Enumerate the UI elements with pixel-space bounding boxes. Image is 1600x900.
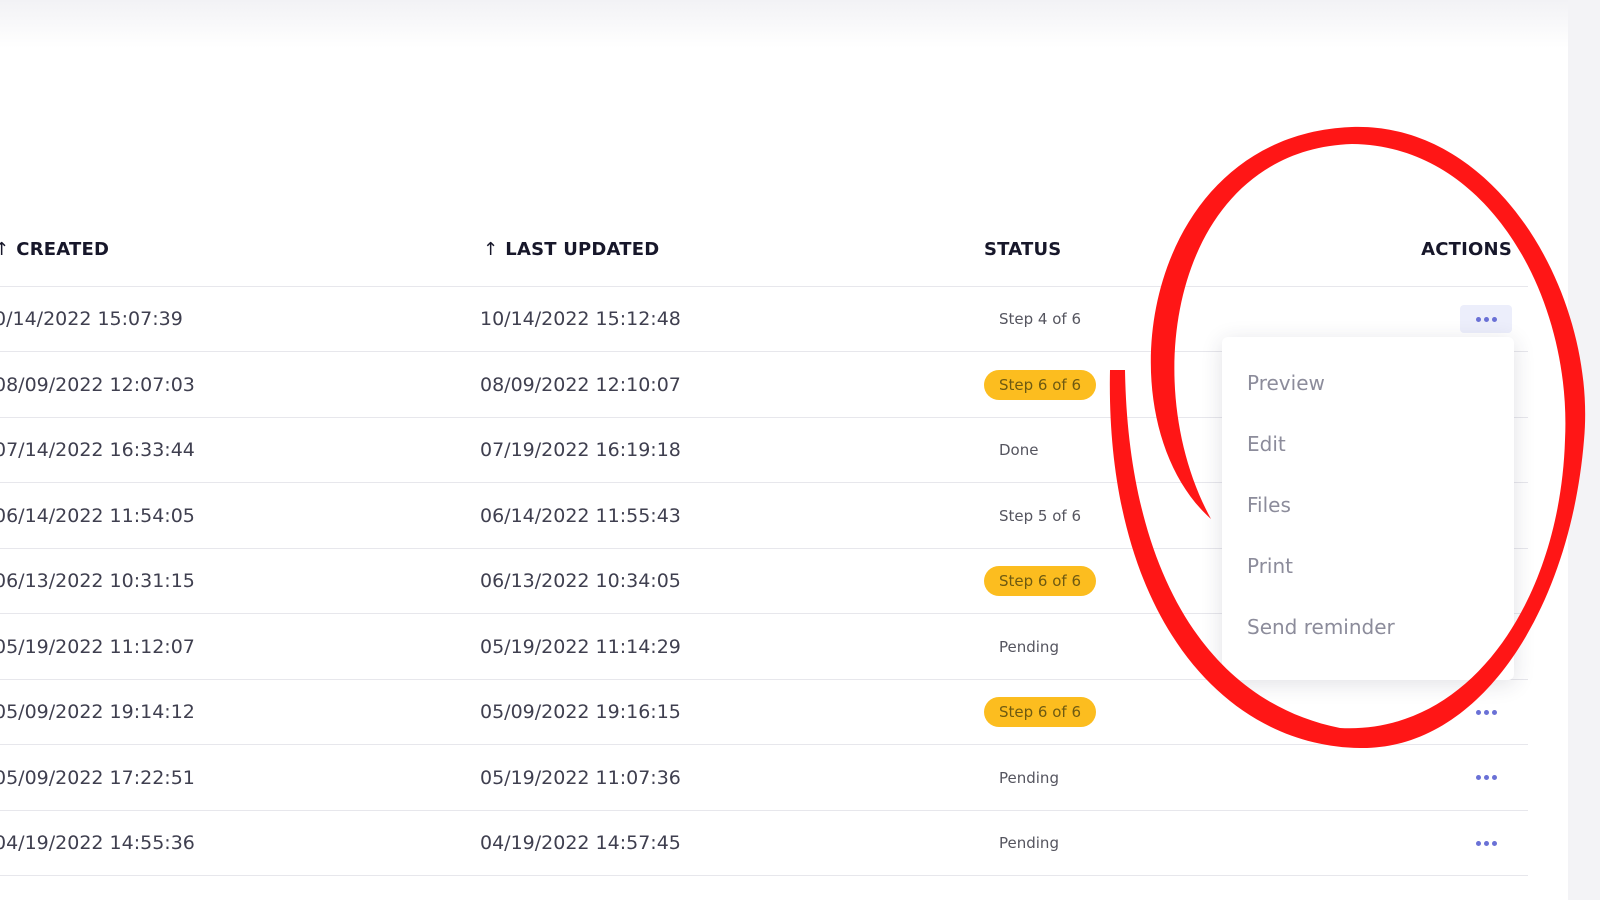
menu-item-print[interactable]: Print [1222, 544, 1514, 605]
row-actions-button[interactable] [1460, 305, 1512, 333]
cell-last-updated: 05/19/2022 11:07:36 [480, 766, 681, 789]
cell-last-updated: 07/19/2022 16:19:18 [480, 439, 681, 461]
status-badge: Step 6 of 6 [984, 697, 1097, 727]
cell-created: 08/09/2022 12:07:03 [0, 373, 195, 396]
dot [1483, 316, 1489, 322]
table-header: ↑ CREATED ↑ LAST UPDATED STATUS ACTIONS [0, 222, 1528, 287]
status-badge: Pending [999, 834, 1059, 852]
table-row[interactable]: 05/09/2022 17:22:51 05/19/2022 11:07:36 Pe… [0, 746, 1528, 811]
dot [1483, 840, 1489, 846]
page-scroll-gutter[interactable] [1568, 0, 1600, 900]
menu-item-files[interactable]: Files [1222, 483, 1514, 544]
top-bar-shadow [0, 0, 1568, 48]
menu-item-send-reminder[interactable]: Send reminder [1222, 605, 1514, 666]
cell-created: 04/19/2022 14:55:36 [0, 832, 195, 854]
table-row[interactable]: 05/09/2022 19:14:12 05/09/2022 19:16:15 St… [0, 680, 1528, 745]
cell-last-updated: 08/09/2022 12:10:07 [480, 373, 681, 396]
dot [1483, 709, 1489, 715]
cell-created: 05/09/2022 17:22:51 [0, 766, 195, 789]
cell-created: 06/14/2022 11:54:05 [0, 504, 195, 527]
row-actions-button[interactable] [1460, 829, 1512, 857]
dot [1491, 316, 1497, 322]
menu-item-preview[interactable]: Preview [1222, 361, 1514, 422]
status-badge: Pending [999, 768, 1059, 787]
column-header-last-updated[interactable]: ↑ LAST UPDATED [483, 238, 659, 262]
cell-last-updated: 04/19/2022 14:57:45 [480, 832, 681, 854]
column-header-status: STATUS [984, 239, 1062, 260]
cell-created: 05/19/2022 11:12:07 [0, 635, 195, 658]
dot [1475, 840, 1481, 846]
cell-last-updated: 10/14/2022 15:12:48 [480, 308, 681, 330]
dot [1491, 709, 1497, 715]
sort-arrow-up-icon: ↑ [483, 239, 499, 260]
status-badge: Step 5 of 6 [999, 506, 1082, 525]
dot [1475, 709, 1481, 715]
dot [1475, 775, 1481, 780]
column-header-created-label: CREATED [16, 239, 110, 260]
more-horizontal-icon [1475, 840, 1497, 846]
dot [1491, 840, 1497, 846]
status-badge: Step 4 of 6 [999, 310, 1082, 328]
more-horizontal-icon [1475, 775, 1497, 780]
row-actions-button[interactable] [1460, 764, 1512, 792]
more-horizontal-icon [1475, 316, 1497, 322]
cell-last-updated: 05/19/2022 11:14:29 [480, 635, 681, 658]
row-actions-button[interactable] [1460, 698, 1512, 726]
status-badge: Done [999, 441, 1039, 459]
cell-created: 05/09/2022 19:14:12 [0, 701, 195, 723]
menu-item-edit[interactable]: Edit [1222, 422, 1514, 483]
table-row[interactable]: 04/19/2022 14:55:36 04/19/2022 14:57:45 Pe… [0, 811, 1528, 876]
dot [1491, 775, 1497, 780]
cell-last-updated: 05/09/2022 19:16:15 [480, 701, 681, 723]
more-horizontal-icon [1475, 709, 1497, 715]
status-badge: Step 6 of 6 [984, 369, 1097, 400]
actions-dropdown-menu: Preview Edit Files Print Send reminder [1222, 337, 1514, 680]
dot [1475, 316, 1481, 322]
status-badge: Step 6 of 6 [984, 566, 1097, 596]
column-header-created[interactable]: ↑ CREATED [0, 238, 109, 262]
dot [1483, 775, 1489, 780]
cell-created: 07/14/2022 16:33:44 [0, 439, 195, 461]
status-badge: Pending [999, 637, 1059, 656]
column-header-actions: ACTIONS [1421, 239, 1512, 260]
cell-created: 06/13/2022 10:31:15 [0, 570, 195, 592]
cell-last-updated: 06/13/2022 10:34:05 [480, 570, 681, 592]
sort-arrow-up-icon: ↑ [0, 239, 10, 260]
cell-created: 0/14/2022 15:07:39 [0, 308, 183, 330]
column-header-last-updated-label: LAST UPDATED [505, 239, 660, 260]
cell-last-updated: 06/14/2022 11:55:43 [480, 504, 681, 527]
